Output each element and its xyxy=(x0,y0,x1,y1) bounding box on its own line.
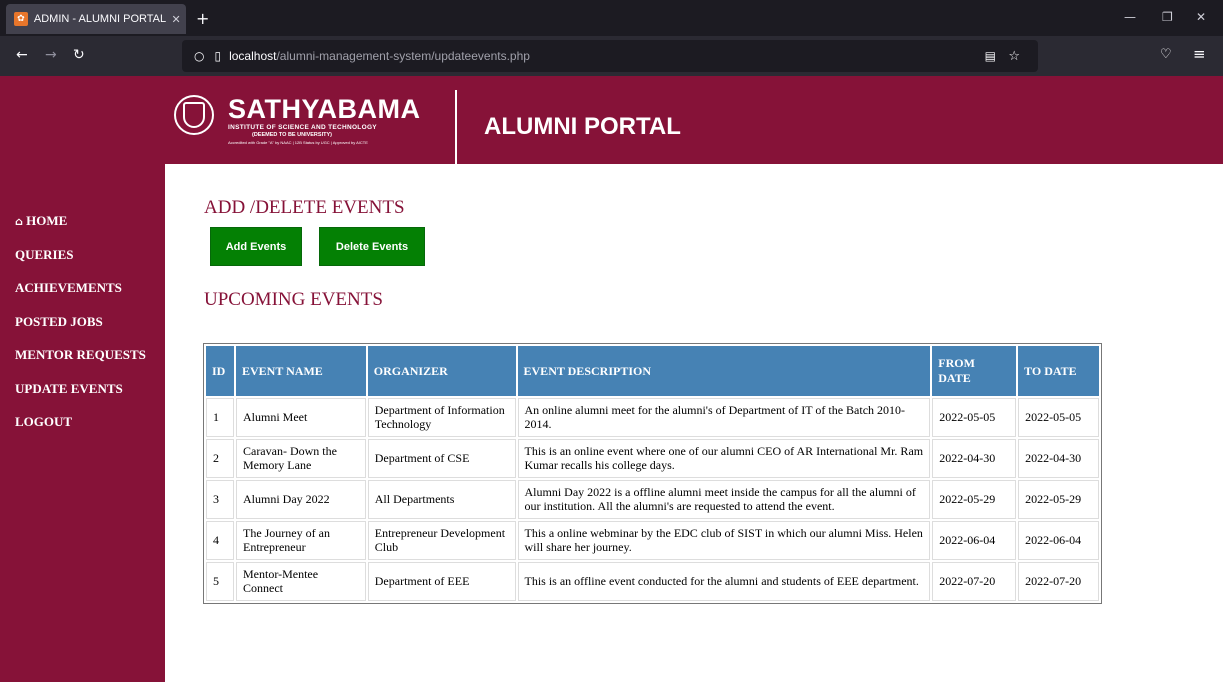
cell-from-date: 2022-05-05 xyxy=(932,398,1017,437)
table-row: 1 Alumni Meet Department of Information … xyxy=(206,398,1099,437)
logo-name: SATHYABAMA xyxy=(228,94,421,124)
cell-description: This is an offline event conducted for t… xyxy=(517,562,931,601)
cell-from-date: 2022-07-20 xyxy=(932,562,1017,601)
home-icon: ⌂ xyxy=(15,215,23,228)
table-row: 3 Alumni Day 2022 All Departments Alumni… xyxy=(206,480,1099,519)
window-close-icon[interactable]: ✕ xyxy=(1196,10,1206,24)
sidebar-item-achievements[interactable]: ACHIEVEMENTS xyxy=(15,280,122,296)
cell-id: 3 xyxy=(206,480,234,519)
cell-id: 1 xyxy=(206,398,234,437)
reader-view-icon[interactable]: ▤ xyxy=(985,49,996,63)
sidebar: ⌂ HOME QUERIES ACHIEVEMENTS POSTED JOBS … xyxy=(0,164,165,682)
hamburger-menu-icon[interactable]: ≡ xyxy=(1193,45,1206,63)
column-header-from-date: FROM DATE xyxy=(932,346,1017,396)
cell-organizer: Department of CSE xyxy=(367,439,516,478)
events-table: ID EVENT NAME ORGANIZER EVENT DESCRIPTIO… xyxy=(203,343,1102,604)
url-host: localhost xyxy=(229,49,277,63)
cell-description: This a online webminar by the EDC club o… xyxy=(517,521,931,560)
url-path: /alumni-management-system/updateevents.p… xyxy=(276,49,530,63)
table-row: 4 The Journey of an Entrepreneur Entrepr… xyxy=(206,521,1099,560)
table-row: 5 Mentor-Mentee Connect Department of EE… xyxy=(206,562,1099,601)
cell-from-date: 2022-04-30 xyxy=(932,439,1017,478)
table-row: 2 Caravan- Down the Memory Lane Departme… xyxy=(206,439,1099,478)
forward-icon[interactable]: → xyxy=(45,47,57,63)
cell-from-date: 2022-05-29 xyxy=(932,480,1017,519)
cell-event-name: Caravan- Down the Memory Lane xyxy=(235,439,366,478)
cell-organizer: All Departments xyxy=(367,480,516,519)
cell-event-name: The Journey of an Entrepreneur xyxy=(235,521,366,560)
minimize-icon[interactable]: — xyxy=(1124,10,1136,24)
close-icon[interactable]: ✕ xyxy=(166,13,186,26)
back-icon[interactable]: ← xyxy=(16,47,28,63)
logo-accreditation: Accredited with Grade "A" by NAAC | 12B … xyxy=(228,140,368,145)
cell-event-name: Alumni Day 2022 xyxy=(235,480,366,519)
column-header-organizer: ORGANIZER xyxy=(367,346,516,396)
cell-description: An online alumni meet for the alumni's o… xyxy=(517,398,931,437)
cell-id: 5 xyxy=(206,562,234,601)
sidebar-item-home[interactable]: ⌂ HOME xyxy=(15,213,67,229)
cell-organizer: Department of Information Technology xyxy=(367,398,516,437)
upcoming-events-heading: UPCOMING EVENTS xyxy=(204,289,383,310)
delete-events-button[interactable]: Delete Events xyxy=(319,227,425,266)
sidebar-item-label: HOME xyxy=(26,213,68,228)
new-tab-icon[interactable]: + xyxy=(196,9,209,28)
browser-navbar: ← → ↻ ○ ▯ localhost /alumni-management-s… xyxy=(0,36,1223,76)
logo-subtitle: INSTITUTE OF SCIENCE AND TECHNOLOGY xyxy=(228,124,377,131)
add-events-button[interactable]: Add Events xyxy=(210,227,302,266)
sidebar-item-update-events[interactable]: UPDATE EVENTS xyxy=(15,381,123,397)
sidebar-item-logout[interactable]: LOGOUT xyxy=(15,414,72,430)
header-divider xyxy=(455,90,457,164)
cell-to-date: 2022-07-20 xyxy=(1018,562,1099,601)
browser-tab-bar: ✿ ADMIN - ALUMNI PORTAL ✕ + — ❐ ✕ xyxy=(0,0,1223,36)
cell-event-name: Mentor-Mentee Connect xyxy=(235,562,366,601)
cell-to-date: 2022-06-04 xyxy=(1018,521,1099,560)
table-header-row: ID EVENT NAME ORGANIZER EVENT DESCRIPTIO… xyxy=(206,346,1099,396)
cell-to-date: 2022-04-30 xyxy=(1018,439,1099,478)
cell-to-date: 2022-05-05 xyxy=(1018,398,1099,437)
portal-title: ALUMNI PORTAL xyxy=(484,113,681,140)
sidebar-item-posted-jobs[interactable]: POSTED JOBS xyxy=(15,314,103,330)
cell-event-name: Alumni Meet xyxy=(235,398,366,437)
cell-id: 4 xyxy=(206,521,234,560)
browser-tab[interactable]: ✿ ADMIN - ALUMNI PORTAL ✕ xyxy=(6,4,186,34)
reload-icon[interactable]: ↻ xyxy=(73,47,85,63)
university-emblem-icon xyxy=(174,95,214,135)
sidebar-item-mentor-requests[interactable]: MENTOR REQUESTS xyxy=(15,347,146,363)
cell-description: This is an online event where one of our… xyxy=(517,439,931,478)
pocket-icon[interactable]: ♡ xyxy=(1160,47,1172,62)
cell-description: Alumni Day 2022 is a offline alumni meet… xyxy=(517,480,931,519)
cell-id: 2 xyxy=(206,439,234,478)
cell-from-date: 2022-06-04 xyxy=(932,521,1017,560)
cell-organizer: Entrepreneur Development Club xyxy=(367,521,516,560)
shield-icon[interactable]: ○ xyxy=(194,49,204,63)
sidebar-item-queries[interactable]: QUERIES xyxy=(15,247,74,263)
url-bar[interactable]: ○ ▯ localhost /alumni-management-system/… xyxy=(182,40,1038,72)
cell-organizer: Department of EEE xyxy=(367,562,516,601)
xampp-icon: ✿ xyxy=(14,12,28,26)
logo-subtitle-2: (DEEMED TO BE UNIVERSITY) xyxy=(252,132,332,138)
restore-icon[interactable]: ❐ xyxy=(1162,10,1173,24)
column-header-id: ID xyxy=(206,346,234,396)
page-icon: ▯ xyxy=(214,49,222,63)
add-delete-events-heading: ADD /DELETE EVENTS xyxy=(204,197,405,218)
bookmark-star-icon[interactable]: ☆ xyxy=(1008,49,1020,64)
tab-title: ADMIN - ALUMNI PORTAL xyxy=(33,13,167,25)
column-header-to-date: TO DATE xyxy=(1018,346,1099,396)
column-header-event-name: EVENT NAME xyxy=(235,346,366,396)
cell-to-date: 2022-05-29 xyxy=(1018,480,1099,519)
column-header-event-description: EVENT DESCRIPTION xyxy=(517,346,931,396)
site-header: SATHYABAMA INSTITUTE OF SCIENCE AND TECH… xyxy=(0,76,1223,164)
